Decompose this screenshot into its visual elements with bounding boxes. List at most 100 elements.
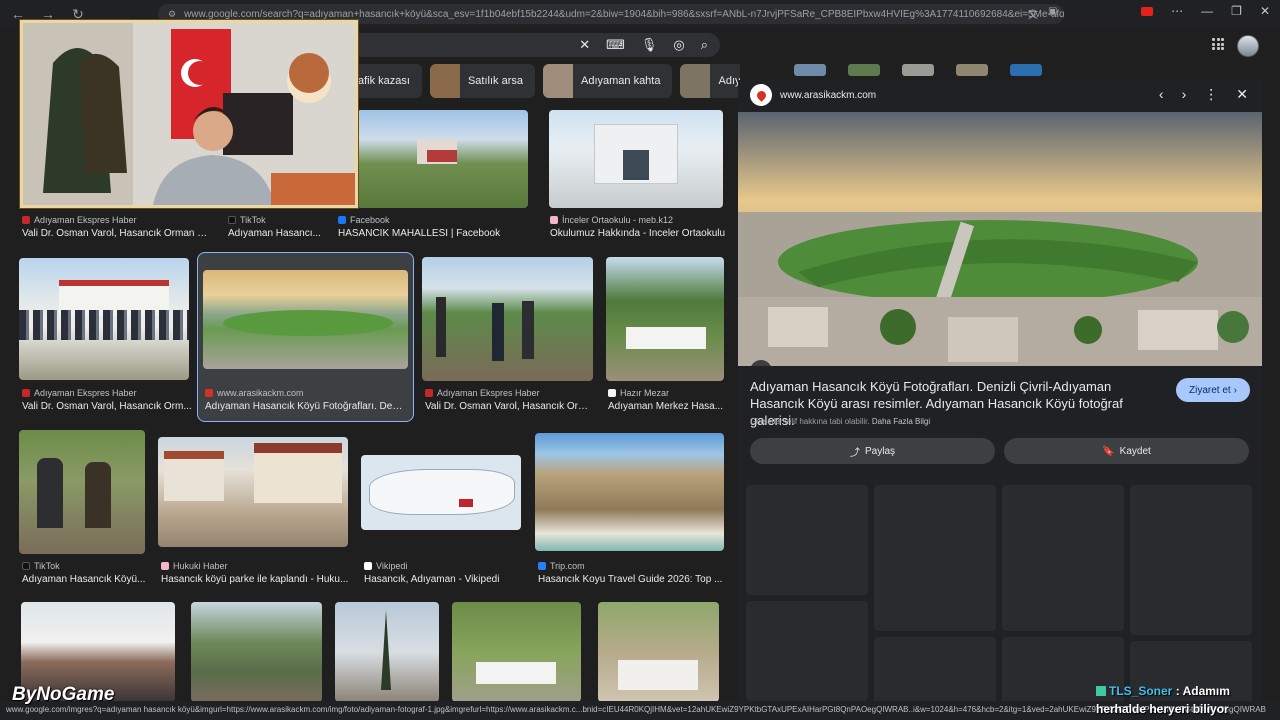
result-source: Adıyaman Ekspres Haber <box>425 388 540 398</box>
restore-icon[interactable]: ❐ <box>1231 4 1242 18</box>
more-icon[interactable]: ⋯ <box>1171 4 1183 18</box>
result-image[interactable] <box>549 110 723 208</box>
result-source: TikTok <box>228 215 266 225</box>
tiktok-icon <box>228 216 236 224</box>
visit-button[interactable]: Ziyaret et › <box>1176 378 1250 402</box>
streamer-logo: ByNoGame <box>12 684 115 705</box>
mic-icon[interactable]: 🎙 <box>641 37 658 53</box>
avatar[interactable] <box>1237 35 1259 57</box>
learn-more-link[interactable]: Daha Fazla Bilgi <box>872 417 930 426</box>
chevron-right-icon: › <box>1233 384 1238 396</box>
result-source: Hukuki Haber <box>161 561 228 571</box>
save-label: Kaydet <box>1119 445 1151 457</box>
more-options-icon[interactable]: ⋮ <box>1204 86 1218 103</box>
result-image[interactable] <box>422 257 593 381</box>
favicon-icon <box>608 389 616 397</box>
result-title[interactable]: HASANCIK MAHALLESİ | Facebook <box>338 228 528 239</box>
chip-label: Adıyaman kahta <box>580 75 661 87</box>
result-source: Vikipedi <box>364 561 407 571</box>
chat-username: TLS_Soner <box>1109 684 1173 698</box>
favicon-icon <box>205 389 213 397</box>
site-favicon-icon <box>750 84 772 106</box>
result-title[interactable]: Adıyaman Hasancık Köyü Fotoğrafları. Den… <box>205 401 407 412</box>
share-label: Paylaş <box>864 445 895 457</box>
result-image[interactable] <box>535 433 724 551</box>
result-image[interactable] <box>606 257 724 381</box>
panel-header: www.arasikackm.com ‹ › ⋮ ✕ <box>738 80 1262 112</box>
result-source: Hazır Mezar <box>608 388 669 398</box>
visit-label: Ziyaret et <box>1188 384 1231 396</box>
panel-site-url[interactable]: www.arasikackm.com <box>780 90 876 101</box>
youtube-extension-icon[interactable] <box>1141 6 1154 16</box>
result-title[interactable]: Adıyaman Merkez Hasa... <box>608 401 724 412</box>
result-image[interactable] <box>598 602 719 702</box>
result-image[interactable] <box>335 602 439 702</box>
chip[interactable]: Adıyaman kahta <box>542 64 673 98</box>
save-button[interactable]: 🔖 Kaydet <box>1004 438 1249 464</box>
favicon-icon <box>425 389 433 397</box>
chip[interactable]: Adıyam <box>680 64 740 98</box>
address-text: www.google.com/search?q=adıyaman+hasancı… <box>184 8 1064 20</box>
result-image[interactable] <box>203 270 408 369</box>
chat-message: TLS_Soner : Adamım herhalde heryeri bili… <box>1096 684 1230 716</box>
lens-icon[interactable]: ◎ <box>673 37 684 53</box>
close-window-icon[interactable]: ✕ <box>1260 4 1270 18</box>
favicon-icon <box>538 562 546 570</box>
result-source: İnceler Ortaokulu - meb.k12 <box>550 215 673 225</box>
copyright-text: Görseller telif hakkına tabi olabilir. <box>750 417 870 426</box>
favicon-icon <box>22 216 30 224</box>
result-title[interactable]: Okulumuz Hakkında - İnceler Ortaokulu <box>550 228 728 239</box>
related-image-placeholder[interactable] <box>1130 485 1252 635</box>
result-source: Adıyaman Ekspres Haber <box>22 215 137 225</box>
result-title[interactable]: Vali Dr. Osman Varol, Hasancık Orm... <box>22 401 192 412</box>
result-image[interactable] <box>361 455 521 530</box>
keyboard-icon[interactable]: ⌨ <box>606 37 625 53</box>
chip-label: Satılık arsa <box>467 75 523 87</box>
related-chips: Trafik kazası Satılık arsa Adıyaman kaht… <box>340 64 740 98</box>
result-title[interactable]: Vali Dr. Osman Varol, Hasancık Orm... <box>425 401 591 412</box>
result-image[interactable] <box>452 602 581 702</box>
search-input[interactable]: ✕ ⌨ 🎙 ◎ ⌕ <box>340 33 720 57</box>
result-title[interactable]: Hasancık köyü parke ile kaplandı - Huku.… <box>161 574 349 585</box>
clear-icon[interactable]: ✕ <box>579 37 590 53</box>
favicon-icon <box>550 216 558 224</box>
related-image-placeholder[interactable] <box>1002 485 1124 631</box>
favicon-icon <box>161 562 169 570</box>
chip-thumbnail <box>542 64 573 98</box>
site-info-icon[interactable]: ⚙ <box>168 9 176 20</box>
result-title[interactable]: Adıyaman Hasancık Köyü... <box>22 574 146 585</box>
result-source: www.arasikackm.com <box>205 388 304 398</box>
result-image[interactable] <box>19 258 189 380</box>
chip-thumbnail <box>429 64 460 98</box>
result-title[interactable]: Vali Dr. Osman Varol, Hasancık Orman Fi.… <box>22 228 212 239</box>
result-title[interactable]: Hasancık Koyu Travel Guide 2026: Top ... <box>538 574 724 585</box>
chip[interactable]: Satılık arsa <box>429 64 535 98</box>
result-image[interactable] <box>191 602 322 702</box>
minimize-icon[interactable]: — <box>1201 4 1213 18</box>
preview-image[interactable]: ◎ <box>738 112 1262 366</box>
favicon-icon <box>22 389 30 397</box>
previous-icon[interactable]: ‹ <box>1159 86 1164 103</box>
share-icon: ⤴ <box>849 447 860 459</box>
result-image[interactable] <box>357 110 528 208</box>
bookmark-icon: 🔖 <box>1102 445 1115 457</box>
bookmark-icon[interactable]: ▣ <box>1048 6 1057 21</box>
close-panel-icon[interactable]: ✕ <box>1236 86 1248 103</box>
next-icon[interactable]: › <box>1182 86 1187 103</box>
apps-grid-icon[interactable] <box>1212 38 1224 50</box>
share-button[interactable]: ⤴ Paylaş <box>750 438 995 464</box>
result-title[interactable]: Adıyaman Hasancı... <box>228 228 326 239</box>
related-image-placeholder[interactable] <box>746 485 868 595</box>
search-icon[interactable]: ⌕ <box>701 37 708 53</box>
result-source: Trip.com <box>538 561 585 571</box>
translate-icon[interactable]: 文 <box>1028 6 1038 21</box>
chip-thumbnails-row <box>794 64 1042 76</box>
link-status-bar: www.google.com/imgres?q=adıyaman hasancı… <box>0 701 1280 720</box>
result-source: Facebook <box>338 215 390 225</box>
related-image-placeholder[interactable] <box>874 485 996 631</box>
result-image[interactable] <box>19 430 145 554</box>
result-image[interactable] <box>158 437 348 547</box>
chip-thumbnail <box>680 64 711 98</box>
related-image-placeholder[interactable] <box>746 601 868 701</box>
result-title[interactable]: Hasancık, Adıyaman - Vikipedi <box>364 574 524 585</box>
